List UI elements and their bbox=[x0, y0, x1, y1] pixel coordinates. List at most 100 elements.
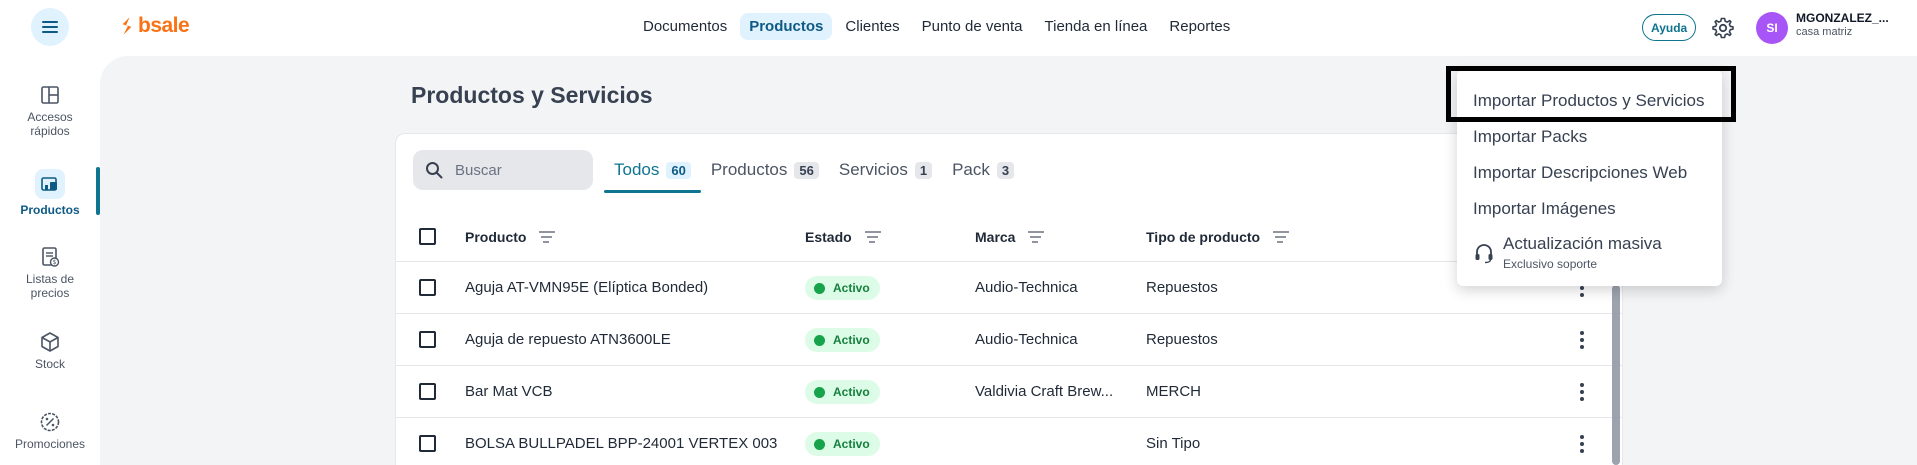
table-row[interactable]: Aguja de repuesto ATN3600LE Activo Audio… bbox=[396, 314, 1622, 366]
column-header-estado[interactable]: Estado bbox=[805, 229, 882, 245]
sidebar-item-label: Listas de precios bbox=[25, 272, 75, 300]
status-badge: Activo bbox=[805, 276, 880, 300]
hamburger-menu-button[interactable] bbox=[31, 8, 69, 46]
scrollbar[interactable] bbox=[1612, 285, 1620, 465]
layout-icon bbox=[41, 86, 59, 104]
nav-clientes[interactable]: Clientes bbox=[836, 13, 908, 40]
row-checkbox[interactable] bbox=[419, 435, 436, 452]
column-label: Estado bbox=[805, 229, 852, 245]
user-info[interactable]: MGONZALEZ_... casa matriz bbox=[1796, 11, 1889, 38]
tab-count-badge: 60 bbox=[666, 161, 691, 179]
status-dot bbox=[814, 386, 825, 398]
status-badge: Activo bbox=[805, 328, 880, 352]
row-checkbox[interactable] bbox=[419, 331, 436, 348]
nav-documentos[interactable]: Documentos bbox=[634, 13, 736, 40]
tab-count-badge: 1 bbox=[914, 161, 933, 179]
status-dot bbox=[814, 334, 825, 346]
status-badge: Activo bbox=[805, 380, 880, 404]
menu-item-importar-packs[interactable]: Importar Packs bbox=[1473, 127, 1587, 147]
tab-label: Servicios bbox=[838, 160, 908, 179]
column-label: Tipo de producto bbox=[1146, 229, 1261, 245]
cell-producto: BOLSA BULLPADEL BPP-24001 VERTEX 003 bbox=[465, 435, 778, 452]
tab-count-badge: 3 bbox=[996, 161, 1015, 179]
status-dot bbox=[814, 438, 825, 450]
products-icon bbox=[35, 169, 65, 199]
menu-item-sublabel: Exclusivo soporte bbox=[1503, 257, 1598, 271]
cell-tipo: Repuestos bbox=[1146, 279, 1218, 296]
tab-productos[interactable]: Productos 56 bbox=[701, 150, 829, 190]
highlight-box bbox=[1446, 66, 1736, 122]
sidebar-item-stock[interactable]: Stock bbox=[0, 331, 100, 372]
sort-icon[interactable] bbox=[1027, 230, 1045, 244]
sidebar-item-productos[interactable]: Productos bbox=[0, 169, 100, 218]
sidebar-item-accesos-rapidos[interactable]: Accesos rápidos bbox=[0, 84, 100, 139]
percent-badge-icon bbox=[40, 412, 60, 432]
bsale-logo[interactable]: bsale bbox=[120, 14, 190, 38]
status-label: Activo bbox=[833, 333, 870, 347]
sidebar: Accesos rápidos Productos $ Listas de pr… bbox=[0, 56, 100, 465]
sidebar-item-label: Accesos rápidos bbox=[27, 110, 73, 138]
table-row[interactable]: Bar Mat VCB Activo Valdivia Craft Brew..… bbox=[396, 366, 1622, 418]
tab-servicios[interactable]: Servicios 1 bbox=[829, 150, 942, 190]
sidebar-item-label: Productos bbox=[20, 203, 80, 217]
tab-count-badge: 56 bbox=[794, 161, 819, 179]
menu-item-importar-imagenes[interactable]: Importar Imágenes bbox=[1473, 199, 1616, 219]
price-list-icon: $ bbox=[42, 247, 60, 267]
cell-tipo: MERCH bbox=[1146, 383, 1201, 400]
search-input[interactable] bbox=[455, 161, 575, 179]
sort-icon[interactable] bbox=[538, 230, 556, 244]
logo-mark-icon bbox=[122, 17, 132, 35]
page-title: Productos y Servicios bbox=[411, 82, 653, 108]
headset-icon bbox=[1475, 244, 1493, 264]
status-dot bbox=[814, 282, 825, 294]
tab-pack[interactable]: Pack 3 bbox=[942, 150, 1024, 190]
select-all-checkbox[interactable] bbox=[419, 228, 436, 245]
nav-reportes[interactable]: Reportes bbox=[1160, 13, 1239, 40]
nav-tienda-en-linea[interactable]: Tienda en línea bbox=[1036, 13, 1157, 40]
row-checkbox[interactable] bbox=[419, 383, 436, 400]
help-button[interactable]: Ayuda bbox=[1642, 14, 1697, 41]
svg-text:$: $ bbox=[53, 259, 57, 266]
status-badge: Activo bbox=[805, 432, 880, 456]
nav-punto-de-venta[interactable]: Punto de venta bbox=[913, 13, 1032, 40]
status-label: Activo bbox=[833, 281, 870, 295]
row-checkbox[interactable] bbox=[419, 279, 436, 296]
gear-icon[interactable] bbox=[1711, 16, 1735, 40]
column-label: Marca bbox=[975, 229, 1016, 245]
sort-icon[interactable] bbox=[864, 230, 882, 244]
status-label: Activo bbox=[833, 385, 870, 399]
search-icon bbox=[426, 162, 443, 179]
cell-producto: Aguja de repuesto ATN3600LE bbox=[465, 331, 671, 348]
cell-tipo: Sin Tipo bbox=[1146, 435, 1201, 452]
column-header-marca[interactable]: Marca bbox=[975, 229, 1045, 245]
sidebar-item-listas-de-precios[interactable]: $ Listas de precios bbox=[0, 246, 100, 301]
cell-tipo: Repuestos bbox=[1146, 331, 1218, 348]
logo-text: bsale bbox=[138, 14, 190, 37]
cell-producto: Bar Mat VCB bbox=[465, 383, 553, 400]
top-bar: bsale Documentos Productos Clientes Punt… bbox=[0, 0, 1917, 56]
table-row[interactable]: BOLSA BULLPADEL BPP-24001 VERTEX 003 Act… bbox=[396, 418, 1622, 465]
cell-marca: Valdivia Craft Brew... bbox=[975, 383, 1114, 400]
row-actions-kebab-icon[interactable] bbox=[1576, 432, 1588, 456]
menu-item-actualizacion-masiva[interactable]: Actualización masiva bbox=[1503, 234, 1662, 254]
nav-productos[interactable]: Productos bbox=[740, 13, 833, 40]
row-actions-kebab-icon[interactable] bbox=[1576, 380, 1588, 404]
status-label: Activo bbox=[833, 437, 870, 451]
cell-producto: Aguja AT-VMN95E (Elíptica Bonded) bbox=[465, 279, 709, 296]
row-actions-kebab-icon[interactable] bbox=[1576, 328, 1588, 352]
table-row[interactable]: Aguja AT-VMN95E (Elíptica Bonded) Activo… bbox=[396, 262, 1622, 314]
user-branch: casa matriz bbox=[1796, 25, 1853, 38]
avatar[interactable]: SI bbox=[1756, 12, 1788, 44]
sidebar-item-label: Stock bbox=[34, 357, 65, 371]
search-box[interactable] bbox=[413, 150, 593, 190]
menu-item-importar-descripciones-web[interactable]: Importar Descripciones Web bbox=[1473, 163, 1687, 183]
column-header-tipo-de-producto[interactable]: Tipo de producto bbox=[1146, 229, 1290, 245]
products-card: Todos 60 Productos 56 Servicios 1 Pack 3… bbox=[395, 133, 1623, 465]
tab-label: Productos bbox=[710, 160, 788, 179]
column-header-producto[interactable]: Producto bbox=[465, 229, 556, 245]
table-header: Producto Estado Marca Tipo de producto bbox=[396, 212, 1622, 262]
tab-todos[interactable]: Todos 60 bbox=[604, 150, 701, 193]
cell-marca: Audio-Technica bbox=[975, 279, 1078, 296]
sidebar-item-promociones[interactable]: Promociones bbox=[0, 411, 100, 452]
sort-icon[interactable] bbox=[1272, 230, 1290, 244]
